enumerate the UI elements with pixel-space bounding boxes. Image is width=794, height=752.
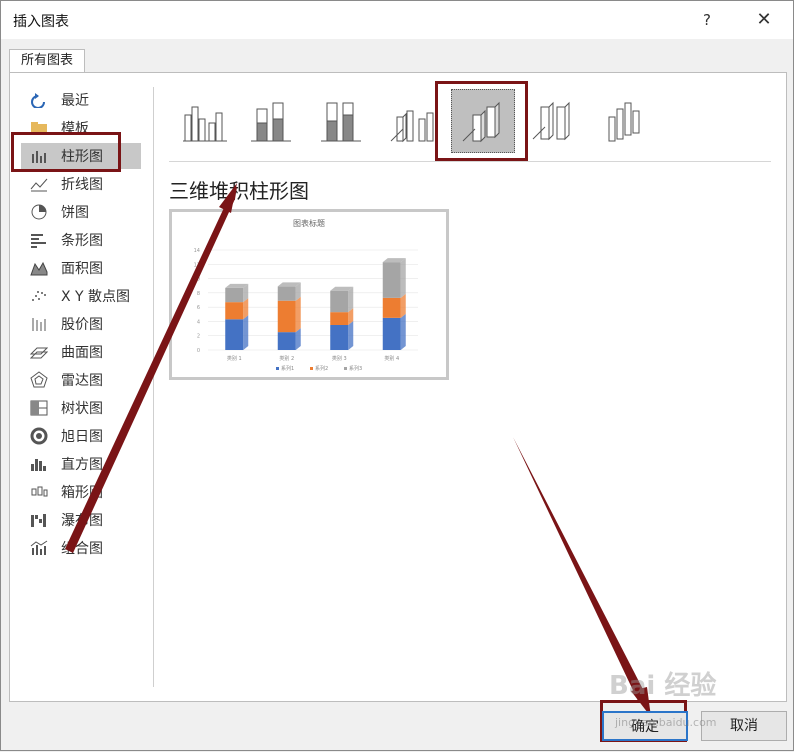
watermark-url: jingyan.baidu.com [615,716,717,729]
insert-chart-dialog: 插入图表 ? ✕ 所有图表 最近 模板 柱形图 折线图 饼图 条形图 面积图 X Y 散点图股… [0,0,794,751]
watermark: Bai 经验 [609,671,717,701]
annotation-arrows [65,183,651,717]
